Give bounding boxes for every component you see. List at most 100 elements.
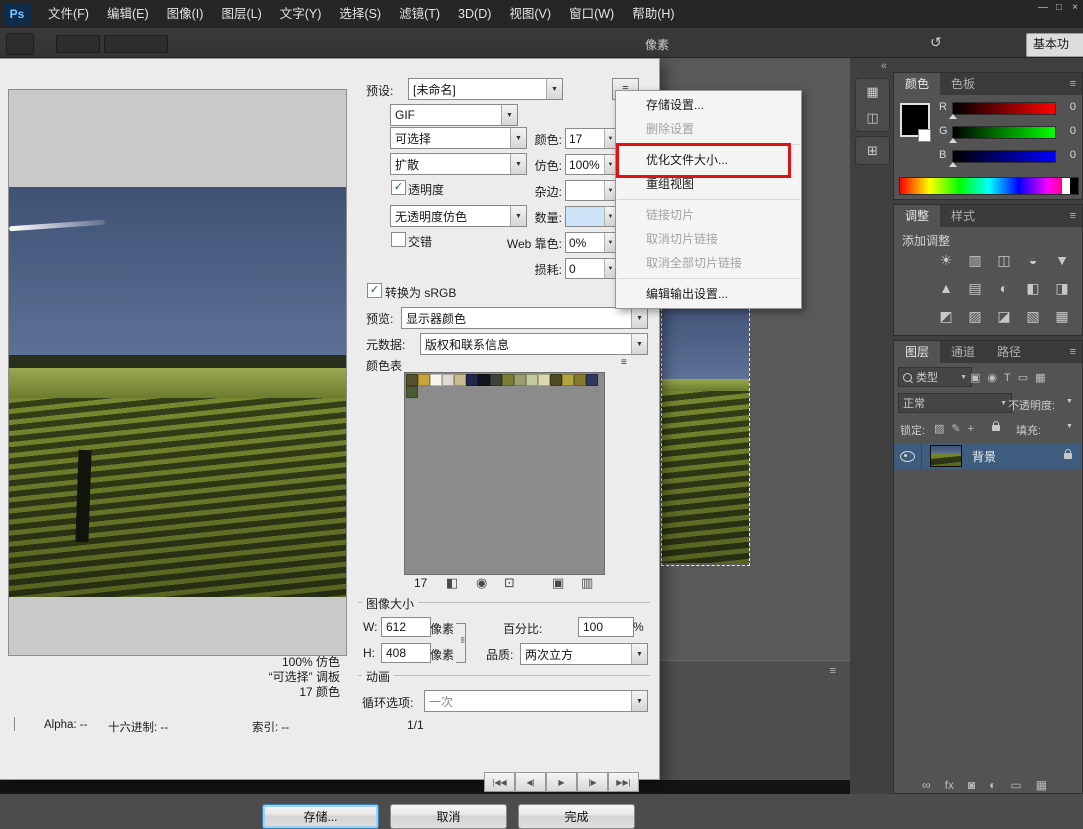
color-swatch[interactable] bbox=[466, 374, 478, 386]
next-frame-button[interactable]: |▶ bbox=[577, 772, 608, 792]
color-swatch[interactable] bbox=[478, 374, 490, 386]
layers-action-icon[interactable]: ◐ bbox=[989, 778, 996, 792]
height-input[interactable]: 408 bbox=[381, 643, 431, 663]
format-dropdown[interactable]: GIF ▼ bbox=[390, 104, 518, 126]
color-swatch[interactable] bbox=[538, 374, 550, 386]
adjustment-icon[interactable]: ◧ bbox=[1025, 280, 1041, 297]
lock-option-icon[interactable]: ▨ bbox=[934, 422, 944, 435]
panel-menu-icon[interactable]: ≡ bbox=[1070, 205, 1082, 227]
filter-type-icon[interactable]: ▣ bbox=[970, 371, 980, 384]
adjustment-icon[interactable]: ▨ bbox=[967, 308, 983, 325]
toolbar-widget[interactable] bbox=[104, 35, 168, 53]
interlaced-checkbox[interactable] bbox=[391, 232, 406, 247]
restore-button[interactable]: □ bbox=[1051, 0, 1067, 13]
workspace-switcher-button[interactable]: 基本功 bbox=[1026, 33, 1083, 57]
tab-channels[interactable]: 通道 bbox=[940, 341, 986, 363]
menu-item[interactable]: 文字(Y) bbox=[271, 0, 331, 28]
adjustment-icon[interactable]: ☀ bbox=[938, 252, 954, 269]
close-button[interactable]: × bbox=[1067, 0, 1083, 13]
transparency-checkbox[interactable]: ✓ bbox=[391, 180, 406, 195]
visibility-eye-icon[interactable] bbox=[900, 451, 915, 462]
layers-action-icon[interactable]: ∞ bbox=[922, 778, 931, 792]
adjustment-icon[interactable]: ◐ bbox=[996, 280, 1012, 296]
tab-paths[interactable]: 路径 bbox=[986, 341, 1032, 363]
last-frame-button[interactable]: ▶▶| bbox=[608, 772, 639, 792]
web-snap-field[interactable]: 0% ▼ bbox=[565, 232, 617, 253]
done-button[interactable]: 完成 bbox=[518, 804, 635, 829]
first-frame-button[interactable]: |◀◀ bbox=[484, 772, 515, 792]
channel-slider[interactable] bbox=[952, 150, 1056, 163]
color-spectrum-ramp[interactable] bbox=[899, 177, 1079, 195]
filter-type-icon[interactable]: ▭ bbox=[1018, 371, 1028, 384]
previous-frame-button[interactable]: ◀| bbox=[515, 772, 546, 792]
lock-option-icon[interactable]: + bbox=[968, 423, 974, 435]
chevron-down-icon[interactable]: ▼ bbox=[1066, 423, 1073, 430]
dither-amount-field[interactable]: 100% ▼ bbox=[565, 154, 617, 175]
map-transparency-icon[interactable]: ◧ bbox=[446, 575, 458, 591]
minimize-button[interactable]: — bbox=[1035, 0, 1051, 13]
document-selection[interactable] bbox=[661, 298, 750, 566]
toolbar-widget[interactable] bbox=[56, 35, 100, 53]
tab-styles[interactable]: 样式 bbox=[940, 205, 986, 227]
menu-option[interactable]: 链接切片 bbox=[616, 203, 801, 227]
loop-options-dropdown[interactable]: 一次 ▼ bbox=[424, 690, 648, 712]
color-swatch[interactable] bbox=[442, 374, 454, 386]
menu-item[interactable]: 选择(S) bbox=[330, 0, 390, 28]
filter-type-icon[interactable]: ◉ bbox=[987, 371, 997, 384]
layers-action-icon[interactable]: ◙ bbox=[968, 778, 975, 792]
optimized-preview[interactable] bbox=[8, 89, 347, 656]
channel-slider[interactable] bbox=[952, 102, 1056, 115]
quality-dropdown[interactable]: 两次立方 ▼ bbox=[520, 643, 648, 665]
color-swatch[interactable] bbox=[562, 374, 574, 386]
adjustment-icon[interactable]: ▲ bbox=[938, 280, 954, 296]
filter-type-icon[interactable]: ▦ bbox=[1035, 371, 1045, 384]
layer-thumbnail[interactable] bbox=[930, 445, 962, 467]
menu-option[interactable]: 取消全部切片链接 bbox=[616, 251, 801, 275]
tab-layers[interactable]: 图层 bbox=[894, 341, 940, 363]
panel-menu-icon[interactable]: ≡ bbox=[1070, 341, 1082, 363]
srgb-checkbox[interactable]: ✓ bbox=[367, 283, 382, 298]
layers-action-icon[interactable]: fx bbox=[945, 778, 954, 792]
lock-color-icon[interactable]: ⊡ bbox=[504, 575, 515, 591]
tab-color[interactable]: 颜色 bbox=[894, 73, 940, 95]
tool-preset-widget[interactable] bbox=[6, 33, 34, 55]
adjustment-icon[interactable]: ▦ bbox=[1054, 308, 1070, 325]
matte-field[interactable]: ▼ bbox=[565, 180, 617, 201]
color-swatch[interactable] bbox=[502, 374, 514, 386]
preset-dropdown[interactable]: [未命名] ▼ bbox=[408, 78, 563, 100]
adjustment-icon[interactable]: ◨ bbox=[1054, 280, 1070, 297]
menu-option[interactable]: 删除设置 bbox=[616, 117, 801, 141]
panel-menu-icon[interactable]: ≡ bbox=[1070, 73, 1082, 95]
colors-field[interactable]: 17 ▼ bbox=[565, 128, 617, 149]
dock-panel-icon[interactable]: ▦ bbox=[866, 84, 878, 100]
adjustment-icon[interactable]: ▼ bbox=[1054, 252, 1070, 268]
width-input[interactable]: 612 bbox=[381, 617, 431, 637]
color-swatch[interactable] bbox=[418, 374, 430, 386]
color-swatch[interactable] bbox=[514, 374, 526, 386]
black-swatch[interactable] bbox=[1070, 178, 1078, 194]
slider-handle-icon[interactable] bbox=[949, 138, 957, 143]
color-swatch[interactable] bbox=[490, 374, 502, 386]
adjustment-icon[interactable]: ▤ bbox=[967, 280, 983, 297]
layer-row-background[interactable]: 背景 bbox=[894, 443, 1082, 469]
slider-handle-icon[interactable] bbox=[949, 162, 957, 167]
menu-item[interactable]: 文件(F) bbox=[39, 0, 98, 28]
adjustment-icon[interactable]: ◒ bbox=[1025, 252, 1041, 268]
collapse-panels-icon[interactable]: « bbox=[881, 60, 887, 72]
blend-mode-dropdown[interactable]: 正常 ▼ bbox=[898, 393, 1012, 413]
chevron-down-icon[interactable]: ▼ bbox=[1066, 398, 1073, 405]
layers-action-icon[interactable]: ▭ bbox=[1010, 778, 1021, 792]
menu-item[interactable]: 滤镜(T) bbox=[390, 0, 449, 28]
cancel-button[interactable]: 取消 bbox=[390, 804, 507, 829]
delete-color-icon[interactable]: ▥ bbox=[581, 575, 593, 591]
lossy-field[interactable]: 0 ▼ bbox=[565, 258, 617, 279]
color-swatch[interactable] bbox=[550, 374, 562, 386]
color-swatch[interactable] bbox=[586, 374, 598, 386]
menu-option[interactable]: 取消切片链接 bbox=[616, 227, 801, 251]
save-button[interactable]: 存储... bbox=[262, 804, 379, 829]
menu-option[interactable]: 存储设置... bbox=[616, 93, 801, 117]
menu-item[interactable]: 视图(V) bbox=[500, 0, 560, 28]
web-shift-icon[interactable]: ◉ bbox=[476, 575, 487, 591]
color-swatch[interactable] bbox=[406, 386, 418, 398]
panel-menu-icon[interactable]: ≡ bbox=[830, 665, 836, 677]
